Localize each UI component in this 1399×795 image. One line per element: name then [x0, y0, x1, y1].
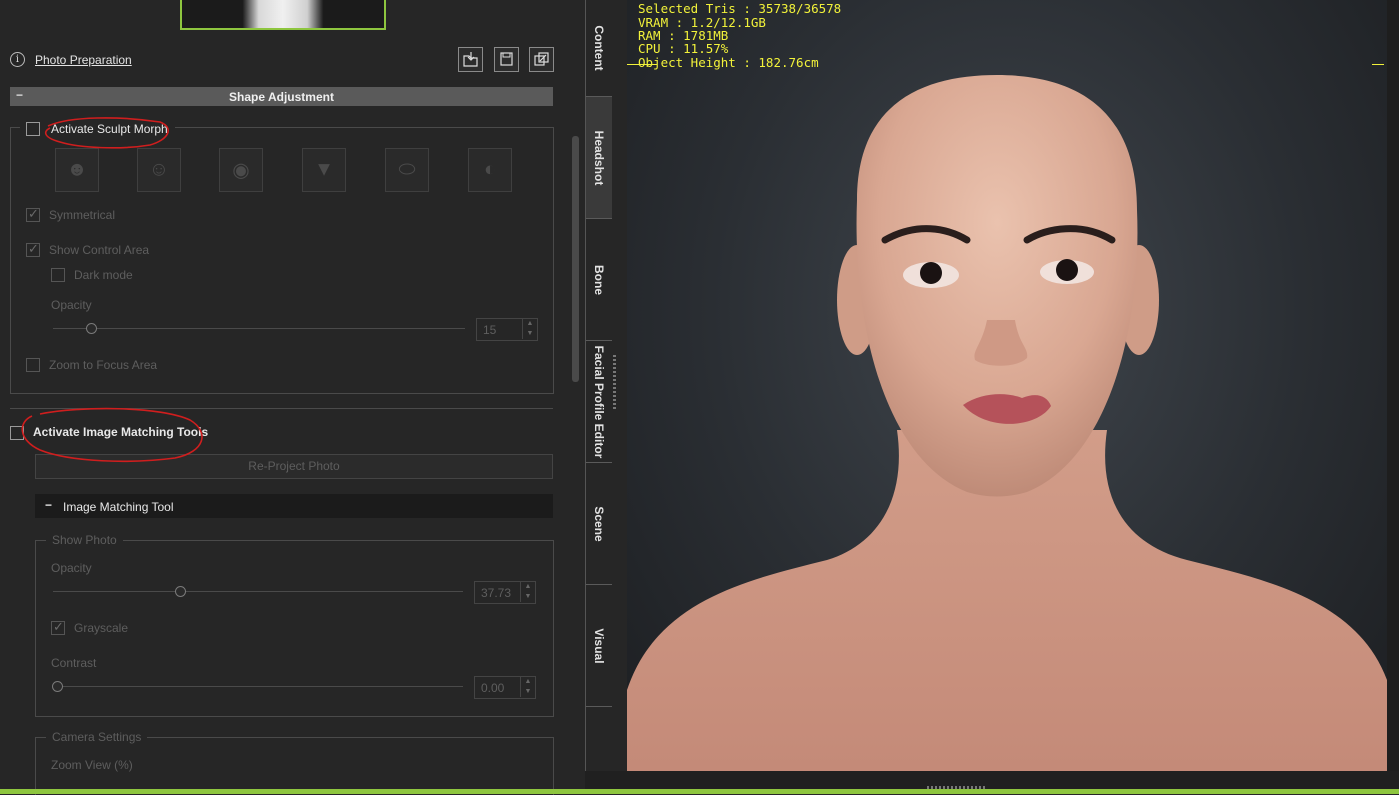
3d-viewport[interactable]	[627, 0, 1387, 771]
tab-visual[interactable]: Visual	[586, 585, 612, 707]
tab-bone[interactable]: Bone	[586, 219, 612, 341]
splitter-handle[interactable]	[613, 355, 616, 411]
annotation-marks	[21, 117, 203, 463]
camera-settings-label: Camera Settings	[46, 730, 148, 744]
viewport-bottom-bar	[585, 771, 1399, 789]
right-edge-panel	[1387, 0, 1399, 794]
show-photo-label: Show Photo	[46, 533, 123, 547]
tab-scene[interactable]: Scene	[586, 463, 612, 585]
contrast-slider-track[interactable]	[53, 686, 463, 687]
grayscale-label: Grayscale	[74, 621, 129, 635]
match-opacity-slider-track[interactable]	[53, 591, 463, 592]
collapse-icon[interactable]: −	[45, 498, 52, 512]
stat-object-height: Object Height : 182.76cm	[638, 55, 819, 70]
height-marker-right	[1372, 64, 1384, 65]
grayscale-checkbox[interactable]	[51, 619, 65, 635]
match-opacity-spinbox[interactable]: 37.73 ▲ ▼	[474, 581, 536, 604]
contrast-slider-knob[interactable]	[52, 681, 63, 692]
tab-facial-profile-editor[interactable]: Facial Profile Editor	[586, 341, 612, 463]
head-model-render	[627, 75, 1387, 771]
image-matching-tool-header[interactable]: − Image Matching Tool	[35, 494, 553, 518]
match-opacity-slider-knob[interactable]	[175, 586, 186, 597]
vertical-tab-strip: Content Headshot Bone Facial Profile Edi…	[585, 0, 613, 794]
height-marker	[627, 64, 657, 65]
contrast-spinbox[interactable]: 0.00 ▲ ▼	[474, 676, 536, 699]
tab-content[interactable]: Content	[586, 0, 612, 97]
tab-headshot[interactable]: Headshot	[586, 97, 612, 219]
zoom-view-label: Zoom View (%)	[51, 758, 133, 772]
bottom-accent-strip	[0, 789, 1399, 794]
match-opacity-label: Opacity	[51, 561, 92, 575]
stat-cpu: CPU : 11.57%	[638, 41, 729, 56]
stat-selected-tris: Selected Tris : 35738/36578	[638, 1, 842, 16]
contrast-label: Contrast	[51, 656, 97, 670]
